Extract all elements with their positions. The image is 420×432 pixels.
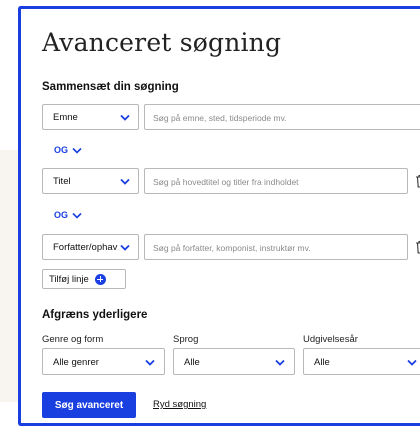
compose-heading: Sammensæt din søgning — [42, 81, 179, 93]
genre-label: Genre og form — [42, 334, 104, 345]
plus-circle-icon — [94, 273, 106, 285]
chevron-down-icon — [145, 359, 155, 366]
field-select-value: Emne — [53, 112, 78, 123]
chevron-down-icon — [120, 178, 130, 185]
search-input-placeholder: Søg på emne, sted, tidsperiode mv. — [153, 113, 287, 123]
language-select-value: Alle — [184, 357, 200, 368]
search-input-placeholder: Søg på forfatter, komponist, instruktør … — [153, 243, 311, 253]
search-input-3[interactable]: Søg på forfatter, komponist, instruktør … — [144, 234, 408, 260]
chevron-down-icon — [120, 114, 130, 121]
search-row-3: Forfatter/ophav Søg på forfatter, kompon… — [42, 234, 420, 260]
submit-advanced-search-button[interactable]: Søg avanceret — [42, 392, 136, 418]
chevron-down-icon — [407, 359, 417, 366]
search-input-1[interactable]: Søg på emne, sted, tidsperiode mv. — [144, 104, 420, 130]
search-input-placeholder: Søg på hovedtitel og titler fra indholde… — [153, 177, 299, 187]
language-label: Sprog — [173, 334, 199, 345]
filter-heading: Afgræns yderligere — [42, 309, 148, 321]
add-line-label: Tilføj linje — [49, 273, 89, 285]
chevron-down-icon — [72, 147, 82, 154]
trash-icon[interactable] — [415, 174, 420, 188]
genre-select-value: Alle genrer — [53, 357, 99, 368]
year-select[interactable]: Alle — [303, 348, 420, 375]
search-row-1: Emne Søg på emne, sted, tidsperiode mv. — [42, 104, 420, 130]
chevron-down-icon — [120, 244, 130, 251]
search-row-2: Titel Søg på hovedtitel og titler fra in… — [42, 168, 420, 194]
clear-search-link[interactable]: Ryd søgning — [153, 399, 206, 410]
operator-select-1[interactable]: OG — [54, 145, 82, 155]
chevron-down-icon — [275, 359, 285, 366]
year-label: Udgivelsesår — [303, 334, 358, 345]
operator-select-2[interactable]: OG — [54, 210, 82, 220]
field-select-value: Titel — [53, 176, 71, 187]
year-select-value: Alle — [314, 357, 330, 368]
field-select-2[interactable]: Titel — [42, 168, 139, 194]
chevron-down-icon — [72, 212, 82, 219]
field-select-3[interactable]: Forfatter/ophav — [42, 234, 139, 260]
operator-label: OG — [54, 210, 69, 220]
trash-icon[interactable] — [415, 240, 420, 254]
operator-label: OG — [54, 145, 69, 155]
search-input-2[interactable]: Søg på hovedtitel og titler fra indholde… — [144, 168, 408, 194]
advanced-search-panel: Avanceret søgning Sammensæt din søgning … — [18, 6, 420, 426]
page-title: Avanceret søgning — [42, 28, 282, 57]
genre-select[interactable]: Alle genrer — [42, 348, 165, 375]
add-line-button[interactable]: Tilføj linje — [42, 269, 126, 289]
language-select[interactable]: Alle — [173, 348, 295, 375]
field-select-1[interactable]: Emne — [42, 104, 139, 130]
field-select-value: Forfatter/ophav — [53, 242, 118, 253]
